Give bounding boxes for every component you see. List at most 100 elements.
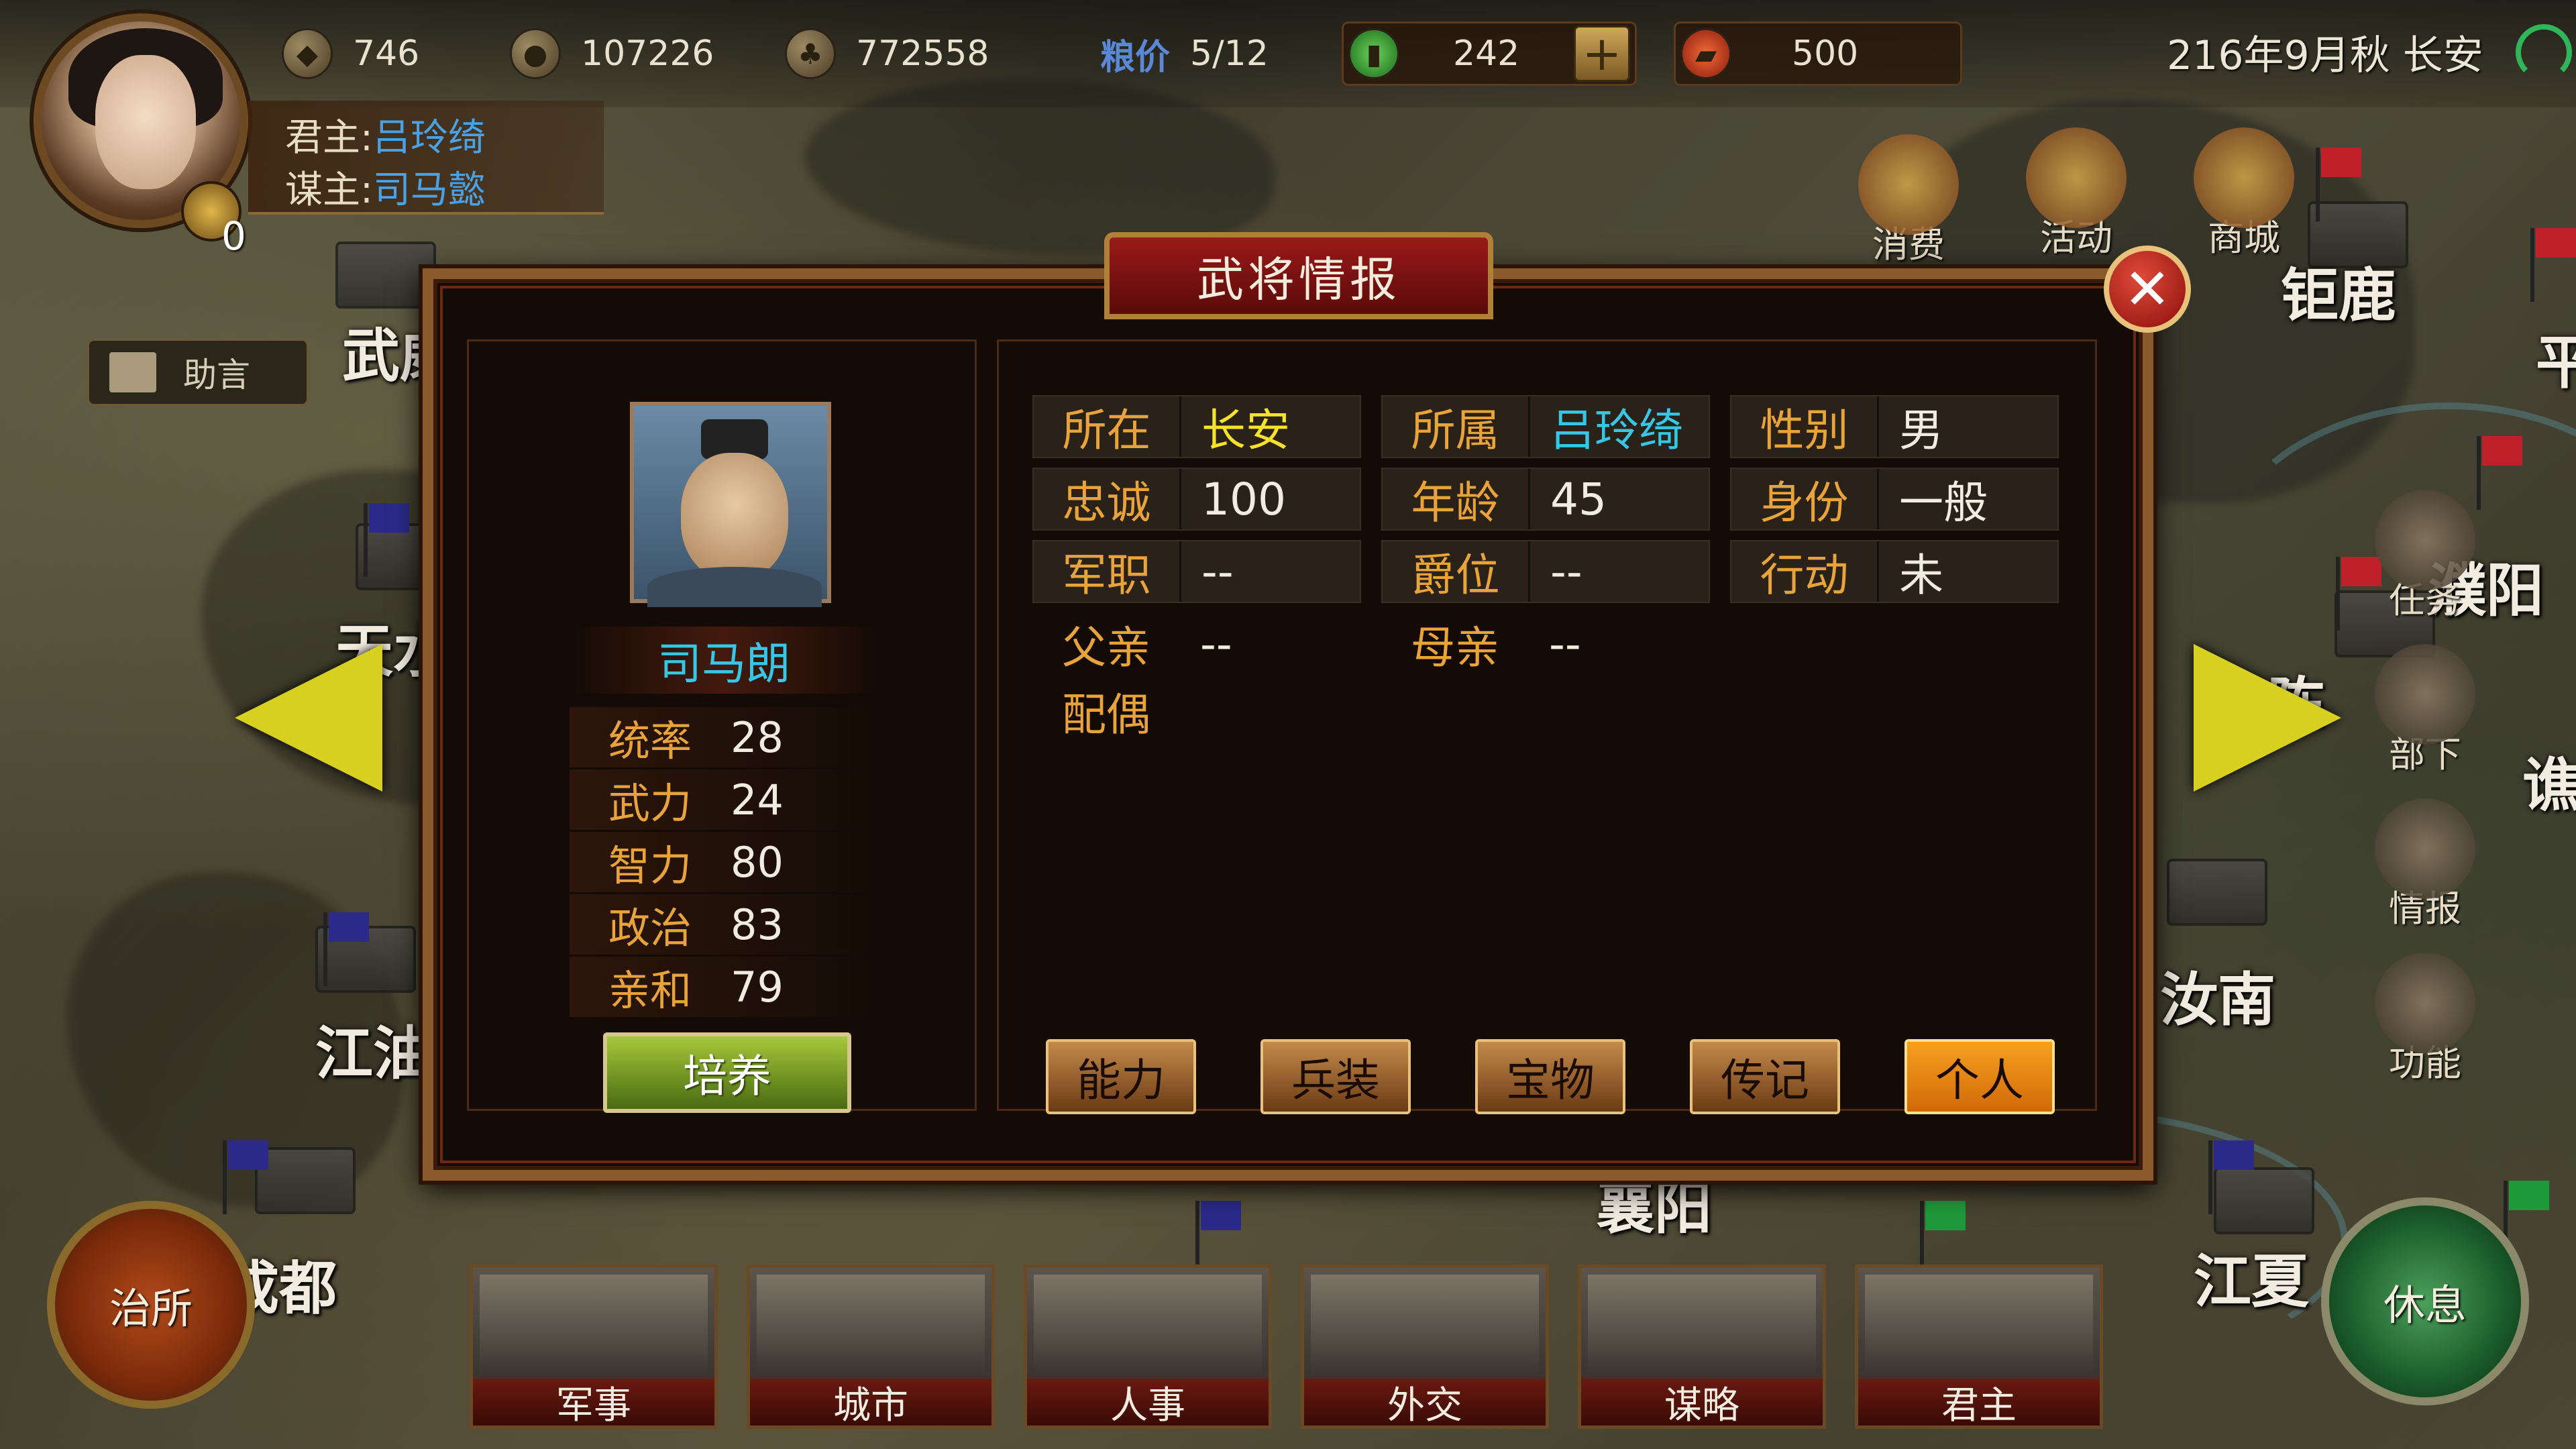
subordinates-button[interactable]: 部下 <box>2368 644 2482 777</box>
personnel-image <box>1034 1275 1262 1375</box>
stat-label: 政治 <box>608 904 692 953</box>
tab-biography[interactable]: 传记 <box>1690 1039 1840 1114</box>
grain-price-value: 5/12 <box>1190 34 1269 74</box>
city-fort[interactable] <box>335 241 436 309</box>
military-label: 军事 <box>473 1379 714 1428</box>
intel-button[interactable]: 情报 <box>2368 798 2482 932</box>
info-label: 身份 <box>1731 469 1879 529</box>
info-value: -- <box>1200 618 1232 670</box>
city-image <box>757 1275 985 1375</box>
copper-icon: ◆ <box>282 28 333 79</box>
stat-label: 统率 <box>608 716 692 765</box>
close-button[interactable]: ✕ <box>2104 246 2191 333</box>
personnel-menu-button[interactable]: 人事 <box>1024 1265 1272 1429</box>
jade-icon: ▮ <box>1348 28 1399 79</box>
treasure-icon <box>1858 134 1959 235</box>
ticket-value: 500 <box>1792 34 1859 74</box>
stat-row: 亲和 79 <box>570 957 885 1017</box>
diplomacy-menu-button[interactable]: 外交 <box>1301 1265 1549 1429</box>
info-value: 45 <box>1550 473 1607 525</box>
diplomacy-image <box>1311 1275 1539 1375</box>
train-button[interactable]: 培养 <box>603 1032 851 1113</box>
tab-personal[interactable]: 个人 <box>1904 1039 2055 1114</box>
lord-menu-button[interactable]: 君主 <box>1855 1265 2103 1429</box>
lord-image <box>1865 1275 2093 1375</box>
book-icon <box>2375 798 2475 899</box>
consume-button[interactable]: 消费 <box>1851 134 1966 268</box>
tab-treasure[interactable]: 宝物 <box>1475 1039 1625 1114</box>
city-label[interactable]: 谯 <box>2522 738 2576 822</box>
advice-button[interactable]: 助言 <box>87 339 309 406</box>
stat-label: 武力 <box>608 779 692 828</box>
book-icon <box>109 352 156 392</box>
info-value: 未 <box>1899 549 1943 601</box>
faction-flag <box>323 912 369 986</box>
info-value: 男 <box>1899 405 1943 456</box>
lord-label: 君主: <box>285 116 373 160</box>
tab-equipment[interactable]: 兵装 <box>1260 1039 1411 1114</box>
city-fort[interactable] <box>255 1147 356 1214</box>
scroll-icon <box>2375 490 2475 590</box>
faction-flag <box>2504 1181 2549 1254</box>
city-label[interactable]: 江油 <box>315 1006 431 1090</box>
gear-icon <box>2375 953 2475 1053</box>
lord-menu-label: 君主 <box>1858 1379 2100 1428</box>
info-label: 所属 <box>1383 396 1530 457</box>
info-cell-status: 身份 一般 <box>1730 468 2059 531</box>
grain-value: 772558 <box>856 34 989 74</box>
coin-icon: ● <box>510 28 561 79</box>
officer-summary-panel: 司马朗 统率 28 武力 24 智力 80 政治 83 亲和 79 培养 <box>467 339 977 1113</box>
copper-value: 746 <box>353 34 420 74</box>
previous-officer-arrow-icon[interactable] <box>235 644 382 792</box>
drum-icon <box>2026 127 2127 228</box>
faction-flag <box>2316 148 2361 221</box>
officer-portrait <box>630 402 831 607</box>
lord-row: 君主:吕玲绮 <box>285 107 486 162</box>
task-button[interactable]: 任务 <box>2368 490 2482 623</box>
city-label[interactable]: 平 <box>2536 315 2576 399</box>
stat-row: 智力 80 <box>570 832 885 892</box>
stat-value: 80 <box>731 837 784 887</box>
strategy-menu-button[interactable]: 谋略 <box>1578 1265 1826 1429</box>
city-fort[interactable] <box>2167 859 2267 926</box>
ticket-resource: ▰ 500 <box>1680 27 1858 80</box>
info-label: 母亲 <box>1411 622 1499 674</box>
seal-count: 0 <box>221 213 246 259</box>
stat-value: 28 <box>731 712 784 762</box>
faction-flag <box>2208 1140 2254 1214</box>
function-button[interactable]: 功能 <box>2368 953 2482 1086</box>
officer-detail-panel: 所在 长安 所属 吕玲绮 性别 男 忠诚 100 年龄 45 身份 一般 军职 … <box>997 339 2097 1114</box>
tab-ability[interactable]: 能力 <box>1046 1039 1196 1114</box>
advice-label: 助言 <box>183 356 250 394</box>
city-label[interactable]: 江夏 <box>2194 1234 2309 1318</box>
event-button[interactable]: 活动 <box>2019 127 2133 261</box>
military-menu-button[interactable]: 军事 <box>470 1265 718 1429</box>
rest-button[interactable]: 休息 <box>2321 1197 2529 1405</box>
helmet-icon <box>2375 644 2475 745</box>
info-cell-rank: 爵位 -- <box>1381 540 1710 603</box>
faction-flag <box>2477 436 2522 510</box>
add-jade-button[interactable]: + <box>1574 25 1630 82</box>
faction-flag <box>1920 1201 1966 1275</box>
info-cell-faction: 所属 吕玲绮 <box>1381 395 1710 458</box>
office-button[interactable]: 治所 <box>47 1201 255 1409</box>
advisor-label: 谋主: <box>285 168 373 212</box>
shop-icon <box>2194 127 2294 228</box>
resource-bar: ◆ 746 ● 107226 ♣ 772558 粮价 5/12 ▮ 242 + … <box>0 0 2576 107</box>
stat-row: 武力 24 <box>570 769 885 830</box>
info-value: -- <box>1201 545 1234 598</box>
info-label: 性别 <box>1731 396 1879 457</box>
strategy-image <box>1588 1275 1816 1375</box>
next-officer-arrow-icon[interactable] <box>2194 644 2341 792</box>
city-menu-button[interactable]: 城市 <box>747 1265 995 1429</box>
city-label[interactable]: 汝南 <box>2160 953 2275 1036</box>
city-fort[interactable] <box>2214 1167 2314 1234</box>
lord-name: 吕玲绮 <box>372 116 486 160</box>
info-value: -- <box>1550 545 1582 598</box>
grain-price: 粮价 5/12 <box>1100 27 1269 80</box>
info-cell-location: 所在 长安 <box>1032 395 1361 458</box>
info-cell-loyalty: 忠诚 100 <box>1032 468 1361 531</box>
info-cell-gender: 性别 男 <box>1730 395 2059 458</box>
shop-button[interactable]: 商城 <box>2187 127 2301 261</box>
advisor-row: 谋主:司马懿 <box>285 160 486 214</box>
